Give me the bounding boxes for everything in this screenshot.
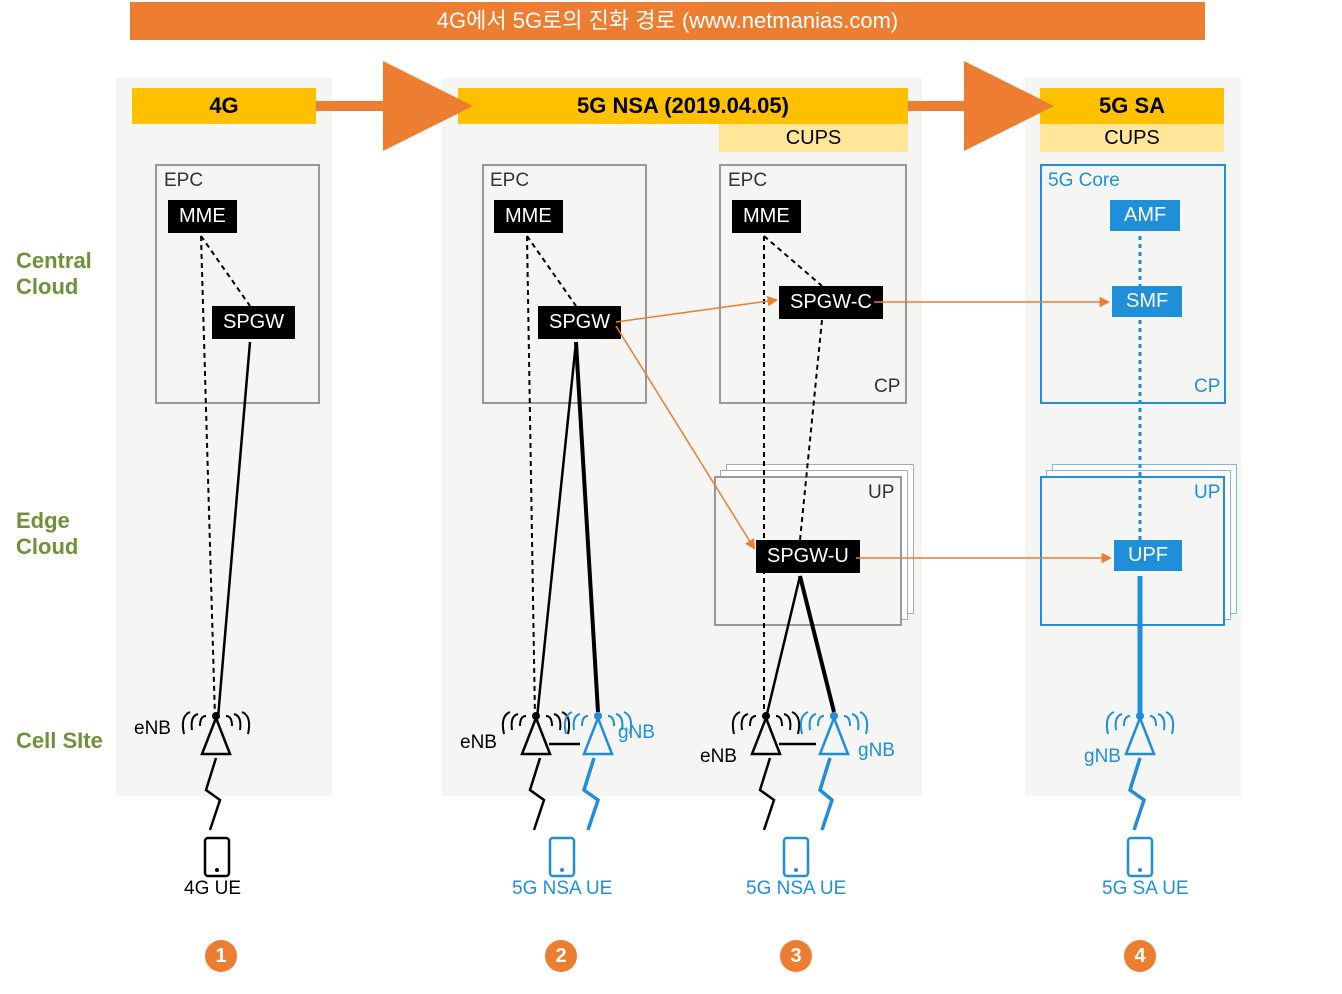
up-label-sa: UP — [1194, 482, 1220, 504]
ue-label-4g: 4G UE — [184, 878, 241, 900]
spgwu-nsa: SPGW-U — [756, 540, 860, 573]
step-1-badge: 1 — [205, 940, 237, 972]
step-3-badge: 3 — [780, 940, 812, 972]
cups-sa: CUPS — [1040, 124, 1224, 152]
header-sa: 5G SA — [1040, 88, 1224, 124]
enb-label-4g: eNB — [134, 718, 171, 740]
ue-label-nsa-left: 5G NSA UE — [512, 878, 612, 900]
epc-label-nsa-left: EPC — [490, 170, 529, 192]
title-bar: 4G에서 5G로의 진화 경로 (www.netmanias.com) — [130, 2, 1205, 40]
epc-label-nsa-right: EPC — [728, 170, 767, 192]
row-label-cell: Cell SIte — [16, 728, 103, 754]
up-label-nsa: UP — [868, 482, 894, 504]
amf-sa: AMF — [1110, 200, 1180, 231]
smf-sa: SMF — [1112, 286, 1182, 317]
spgw-4g: SPGW — [212, 306, 295, 339]
upf-sa: UPF — [1114, 540, 1182, 571]
cp-label-sa: CP — [1194, 376, 1220, 398]
epc-label-4g: EPC — [164, 170, 203, 192]
row-label-edge: Edge Cloud — [16, 508, 78, 561]
mme-nsa-left: MME — [494, 200, 563, 233]
cups-nsa: CUPS — [719, 124, 908, 152]
ue-label-sa: 5G SA UE — [1102, 878, 1189, 900]
gnb-label-nsa-right: gNB — [858, 740, 895, 762]
step-4-badge: 4 — [1124, 940, 1156, 972]
row-label-central: Central Cloud — [16, 248, 92, 301]
header-nsa: 5G NSA (2019.04.05) — [458, 88, 908, 124]
cp-label-nsa: CP — [874, 376, 900, 398]
gnb-label-sa: gNB — [1084, 746, 1121, 768]
spgw-nsa-left: SPGW — [538, 306, 621, 339]
gnb-label-nsa-left: gNB — [618, 722, 655, 744]
enb-label-nsa-left: eNB — [460, 732, 497, 754]
header-4g: 4G — [132, 88, 316, 124]
spgwc-nsa: SPGW-C — [779, 286, 883, 319]
enb-label-nsa-right: eNB — [700, 746, 737, 768]
step-2-badge: 2 — [545, 940, 577, 972]
ue-label-nsa-right: 5G NSA UE — [746, 878, 846, 900]
mme-nsa-right: MME — [732, 200, 801, 233]
mme-4g: MME — [168, 200, 237, 233]
core-label-sa: 5G Core — [1048, 170, 1120, 192]
